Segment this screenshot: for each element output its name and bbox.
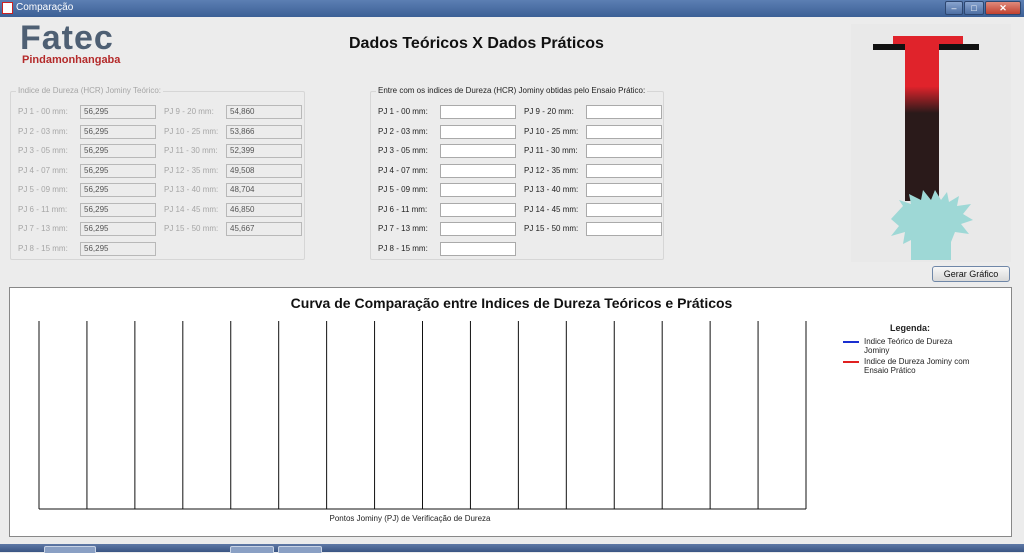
- practical-label-pj1: PJ 1 - 00 mm:: [378, 107, 428, 116]
- practical-label-pj15: PJ 15 - 50 mm:: [524, 224, 579, 233]
- theoretical-field-pj7: 56,295: [80, 222, 156, 236]
- jominy-test-illustration: [851, 24, 1011, 262]
- practical-label-pj2: PJ 2 - 03 mm:: [378, 126, 428, 136]
- practical-field-pj5[interactable]: [440, 183, 516, 197]
- legend-label-practical: Indice de Dureza Jominy com Ensaio Práti…: [864, 357, 970, 375]
- theoretical-field-pj4: 56,295: [80, 163, 156, 178]
- practical-field-pj4[interactable]: [440, 163, 516, 178]
- chart-x-axis-label: Pontos Jominy (PJ) de Verificação de Dur…: [329, 514, 491, 523]
- page-title: Dados Teóricos X Dados Práticos: [349, 35, 604, 52]
- theoretical-label-pj2: PJ 2 - 03 mm:: [18, 126, 68, 136]
- theoretical-label-pj6: PJ 6 - 11 mm:: [18, 204, 68, 214]
- fatec-logo-subtitle: Pindamonhangaba: [22, 54, 121, 66]
- theoretical-field-pj8: 56,295: [80, 241, 156, 256]
- minimize-button[interactable]: –: [945, 1, 963, 15]
- theoretical-label-pj9: PJ 9 - 20 mm:: [164, 107, 214, 116]
- theoretical-label-pj5: PJ 5 - 09 mm:: [18, 185, 68, 194]
- chart-plot-area: [38, 321, 807, 510]
- fatec-logo: Fatec: [20, 19, 114, 57]
- practical-label-pj4: PJ 4 - 07 mm:: [378, 165, 428, 175]
- theoretical-label-pj8: PJ 8 - 15 mm:: [18, 243, 68, 253]
- theoretical-label-pj4: PJ 4 - 07 mm:: [18, 165, 68, 175]
- legend-swatch-practical: [843, 361, 859, 363]
- close-button[interactable]: ✕: [985, 1, 1021, 15]
- legend-item-theoretical: Indice Teórico de Dureza Jominy: [843, 337, 978, 357]
- theoretical-field-pj5: 56,295: [80, 183, 156, 197]
- practical-field-pj13[interactable]: [586, 183, 662, 197]
- os-taskbar: [0, 544, 1024, 552]
- theoretical-label-pj15: PJ 15 - 50 mm:: [164, 224, 219, 233]
- practical-label-pj5: PJ 5 - 09 mm:: [378, 185, 428, 194]
- theoretical-label-pj7: PJ 7 - 13 mm:: [18, 224, 68, 233]
- theoretical-field-pj1: 56,295: [80, 105, 156, 119]
- practical-field-pj10[interactable]: [586, 124, 662, 139]
- practical-field-pj3[interactable]: [440, 144, 516, 158]
- theoretical-field-pj10: 53,866: [226, 124, 302, 139]
- practical-label-pj10: PJ 10 - 25 mm:: [524, 126, 579, 136]
- practical-label-pj12: PJ 12 - 35 mm:: [524, 165, 579, 175]
- app-icon: [2, 2, 13, 14]
- theoretical-field-pj11: 52,399: [226, 144, 302, 158]
- practical-hardness-group: Entre com os indices de Dureza (HCR) Jom…: [370, 86, 664, 260]
- generate-chart-button[interactable]: Gerar Gráfico: [932, 266, 1010, 282]
- legend-label-theoretical: Indice Teórico de Dureza Jominy: [864, 337, 953, 355]
- theoretical-field-pj2: 56,295: [80, 124, 156, 139]
- chart-legend-title: Legenda:: [890, 323, 931, 333]
- practical-field-pj7[interactable]: [440, 222, 516, 236]
- practical-label-pj9: PJ 9 - 20 mm:: [524, 107, 574, 116]
- theoretical-field-pj13: 48,704: [226, 183, 302, 197]
- theoretical-label-pj13: PJ 13 - 40 mm:: [164, 185, 219, 194]
- practical-field-pj11[interactable]: [586, 144, 662, 158]
- practical-label-pj7: PJ 7 - 13 mm:: [378, 224, 428, 233]
- theoretical-field-pj12: 49,508: [226, 163, 302, 178]
- theoretical-label-pj12: PJ 12 - 35 mm:: [164, 165, 219, 175]
- theoretical-label-pj1: PJ 1 - 00 mm:: [18, 107, 68, 116]
- legend-swatch-theoretical: [843, 341, 859, 343]
- practical-field-pj9[interactable]: [586, 105, 662, 119]
- theoretical-field-pj9: 54,860: [226, 105, 302, 119]
- maximize-button[interactable]: □: [964, 1, 984, 15]
- theoretical-hardness-group: Indice de Dureza (HCR) Jominy Teórico: P…: [10, 86, 305, 260]
- practical-label-pj3: PJ 3 - 05 mm:: [378, 146, 428, 155]
- theoretical-field-pj14: 46,850: [226, 202, 302, 217]
- practical-field-pj15[interactable]: [586, 222, 662, 236]
- practical-field-pj6[interactable]: [440, 202, 516, 217]
- theoretical-label-pj14: PJ 14 - 45 mm:: [164, 204, 219, 214]
- theoretical-group-legend: Indice de Dureza (HCR) Jominy Teórico:: [16, 86, 164, 95]
- theoretical-field-pj15: 45,667: [226, 222, 302, 236]
- practical-label-pj11: PJ 11 - 30 mm:: [524, 146, 578, 155]
- window-titlebar: Comparação – □ ✕: [0, 0, 1024, 17]
- theoretical-label-pj10: PJ 10 - 25 mm:: [164, 126, 219, 136]
- comparison-chart: Curva de Comparação entre Indices de Dur…: [9, 287, 1012, 537]
- theoretical-field-pj6: 56,295: [80, 202, 156, 217]
- practical-label-pj6: PJ 6 - 11 mm:: [378, 204, 428, 214]
- practical-field-pj14[interactable]: [586, 202, 662, 217]
- practical-field-pj2[interactable]: [440, 124, 516, 139]
- practical-group-legend: Entre com os indices de Dureza (HCR) Jom…: [376, 86, 648, 95]
- practical-field-pj8[interactable]: [440, 241, 516, 256]
- practical-label-pj8: PJ 8 - 15 mm:: [378, 243, 428, 253]
- practical-field-pj12[interactable]: [586, 163, 662, 178]
- legend-item-practical: Indice de Dureza Jominy com Ensaio Práti…: [843, 357, 978, 377]
- theoretical-label-pj3: PJ 3 - 05 mm:: [18, 146, 68, 155]
- practical-label-pj14: PJ 14 - 45 mm:: [524, 204, 579, 214]
- practical-field-pj1[interactable]: [440, 105, 516, 119]
- practical-label-pj13: PJ 13 - 40 mm:: [524, 185, 579, 194]
- theoretical-field-pj3: 56,295: [80, 144, 156, 158]
- theoretical-label-pj11: PJ 11 - 30 mm:: [164, 146, 218, 155]
- window-title: Comparação: [16, 2, 74, 13]
